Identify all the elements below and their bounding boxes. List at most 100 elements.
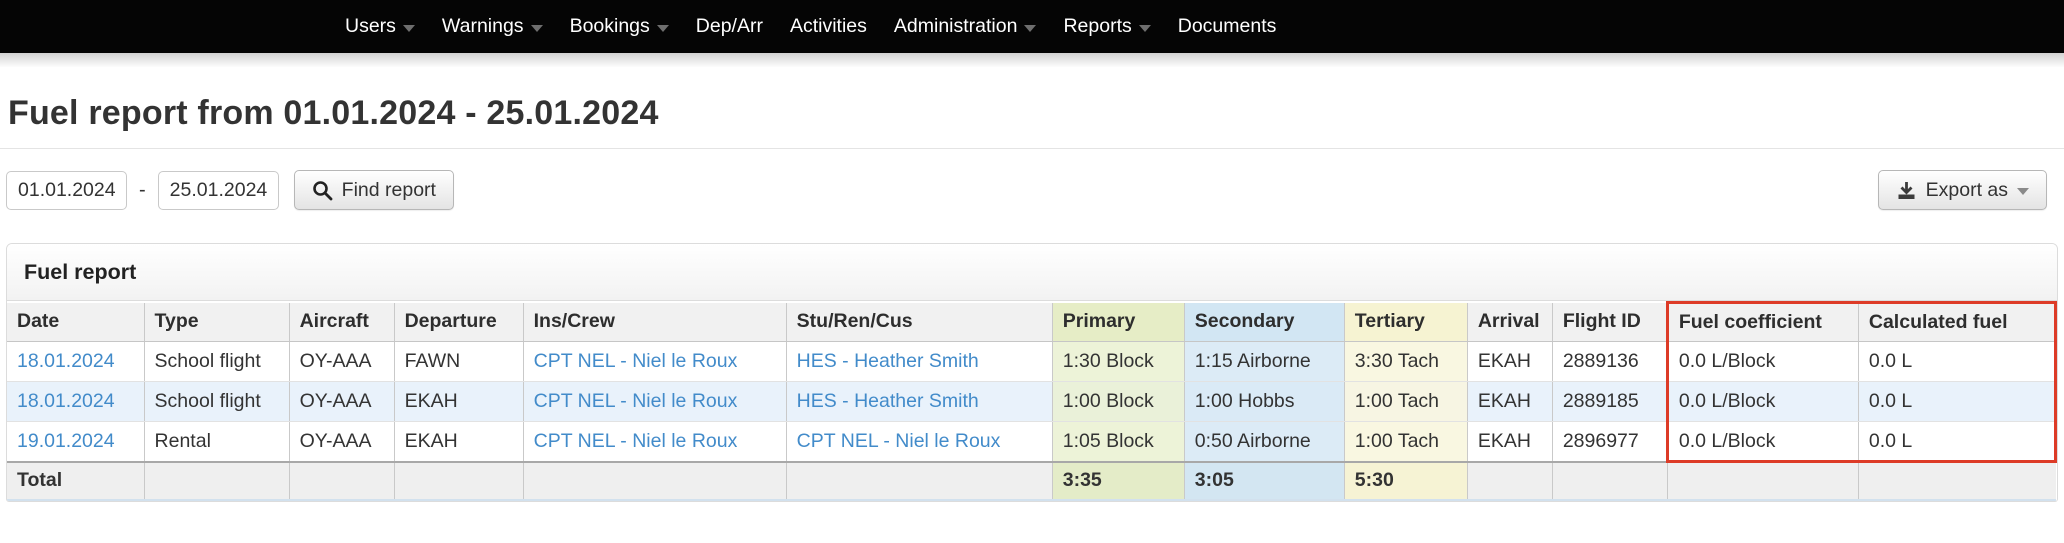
table-row: 19.01.2024 Rental OY-AAA EKAH CPT NEL - … — [7, 422, 2056, 462]
nav-item-label: Users — [345, 17, 396, 37]
date-range-separator: - — [139, 179, 146, 202]
header-row: Date Type Aircraft Departure Ins/Crew St… — [7, 303, 2056, 342]
cell-calculated-fuel: 0.0 L — [1858, 342, 2055, 382]
column-header-departure: Departure — [394, 303, 523, 342]
column-header-ins-crew: Ins/Crew — [523, 303, 786, 342]
column-header-secondary: Secondary — [1184, 303, 1344, 342]
find-report-button[interactable]: Find report — [294, 170, 454, 210]
cell-type: School flight — [144, 382, 289, 422]
cell-flight-id: 2896977 — [1552, 422, 1667, 462]
column-header-aircraft: Aircraft — [289, 303, 394, 342]
column-header-fuel-coefficient: Fuel coefficient — [1667, 303, 1858, 342]
page-title: Fuel report from 01.01.2024 - 25.01.2024 — [8, 94, 2058, 133]
fuel-report-table: Date Type Aircraft Departure Ins/Crew St… — [7, 301, 2057, 501]
nav-item-documents[interactable]: Documents — [1178, 17, 1277, 37]
cell-primary: 1:05 Block — [1052, 422, 1184, 462]
nav-item-label: Documents — [1178, 17, 1277, 37]
nav-item-bookings[interactable]: Bookings — [570, 17, 669, 37]
stu-ren-cus-link[interactable]: HES - Heather Smith — [797, 350, 979, 372]
table-row: 18.01.2024 School flight OY-AAA EKAH CPT… — [7, 382, 2056, 422]
nav-item-users[interactable]: Users — [345, 17, 415, 37]
cell-stu-ren-cus: HES - Heather Smith — [786, 382, 1052, 422]
cell-tertiary: 1:00 Tach — [1344, 382, 1467, 422]
table-row: 18.01.2024 School flight OY-AAA FAWN CPT… — [7, 342, 2056, 382]
ins-crew-link[interactable]: CPT NEL - Niel le Roux — [534, 430, 738, 452]
cell-flight-id: 2889185 — [1552, 382, 1667, 422]
column-header-arrival: Arrival — [1467, 303, 1552, 342]
cell-fuel-coefficient: 0.0 L/Block — [1667, 382, 1858, 422]
column-header-flight-id: Flight ID — [1552, 303, 1667, 342]
cell-departure: FAWN — [394, 342, 523, 382]
cell-primary: 1:00 Block — [1052, 382, 1184, 422]
nav-item-activities[interactable]: Activities — [790, 17, 867, 37]
column-header-type: Type — [144, 303, 289, 342]
panel-title: Fuel report — [7, 244, 2057, 301]
cell-fuel-coefficient: 0.0 L/Block — [1667, 422, 1858, 462]
cell-ins-crew: CPT NEL - Niel le Roux — [523, 342, 786, 382]
cell-primary: 1:30 Block — [1052, 342, 1184, 382]
date-link[interactable]: 18.01.2024 — [17, 390, 115, 412]
caret-down-icon — [531, 25, 543, 32]
date-link[interactable]: 19.01.2024 — [17, 430, 115, 452]
cell-aircraft: OY-AAA — [289, 382, 394, 422]
export-as-button[interactable]: Export as — [1878, 170, 2047, 210]
total-label: Total — [7, 462, 144, 500]
nav-item-label: Warnings — [442, 17, 524, 37]
top-navbar: Users Warnings Bookings Dep/Arr Activiti… — [0, 0, 2064, 53]
cell-date: 19.01.2024 — [7, 422, 144, 462]
cell-date: 18.01.2024 — [7, 342, 144, 382]
cell-stu-ren-cus: HES - Heather Smith — [786, 342, 1052, 382]
cell-fuel-coefficient: 0.0 L/Block — [1667, 342, 1858, 382]
search-icon — [312, 180, 333, 201]
cell-tertiary: 1:00 Tach — [1344, 422, 1467, 462]
nav-item-label: Bookings — [570, 17, 650, 37]
page-divider — [0, 148, 2064, 149]
cell-aircraft: OY-AAA — [289, 342, 394, 382]
find-report-label: Find report — [342, 179, 436, 202]
nav-item-reports[interactable]: Reports — [1063, 17, 1150, 37]
column-header-primary: Primary — [1052, 303, 1184, 342]
nav-item-dep-arr[interactable]: Dep/Arr — [696, 17, 763, 37]
caret-down-icon — [403, 25, 415, 32]
date-from-input[interactable] — [6, 171, 127, 210]
caret-down-icon — [1139, 25, 1151, 32]
nav-item-label: Dep/Arr — [696, 17, 763, 37]
caret-down-icon — [2017, 188, 2029, 195]
cell-flight-id: 2889136 — [1552, 342, 1667, 382]
stu-ren-cus-link[interactable]: CPT NEL - Niel le Roux — [797, 430, 1001, 452]
cell-secondary: 1:00 Hobbs — [1184, 382, 1344, 422]
nav-item-warnings[interactable]: Warnings — [442, 17, 543, 37]
cell-arrival: EKAH — [1467, 422, 1552, 462]
ins-crew-link[interactable]: CPT NEL - Niel le Roux — [534, 350, 738, 372]
cell-secondary: 1:15 Airborne — [1184, 342, 1344, 382]
stu-ren-cus-link[interactable]: HES - Heather Smith — [797, 390, 979, 412]
date-link[interactable]: 18.01.2024 — [17, 350, 115, 372]
nav-item-administration[interactable]: Administration — [894, 17, 1037, 37]
total-secondary: 3:05 — [1184, 462, 1344, 500]
total-primary: 3:35 — [1052, 462, 1184, 500]
ins-crew-link[interactable]: CPT NEL - Niel le Roux — [534, 390, 738, 412]
column-header-stu-ren-cus: Stu/Ren/Cus — [786, 303, 1052, 342]
fuel-report-panel: Fuel report Date Type Aircraft Departure… — [6, 243, 2058, 502]
cell-arrival: EKAH — [1467, 382, 1552, 422]
cell-ins-crew: CPT NEL - Niel le Roux — [523, 422, 786, 462]
cell-departure: EKAH — [394, 422, 523, 462]
total-tertiary: 5:30 — [1344, 462, 1467, 500]
date-to-input[interactable] — [158, 171, 279, 210]
column-header-calculated-fuel: Calculated fuel — [1858, 303, 2055, 342]
cell-stu-ren-cus: CPT NEL - Niel le Roux — [786, 422, 1052, 462]
column-header-date: Date — [7, 303, 144, 342]
column-header-tertiary: Tertiary — [1344, 303, 1467, 342]
cell-type: School flight — [144, 342, 289, 382]
cell-arrival: EKAH — [1467, 342, 1552, 382]
nav-item-label: Administration — [894, 17, 1018, 37]
caret-down-icon — [1024, 25, 1036, 32]
navbar-shadow — [0, 53, 2064, 67]
caret-down-icon — [657, 25, 669, 32]
download-icon — [1896, 180, 1917, 201]
filter-row: - Find report Export as — [6, 170, 2058, 210]
cell-departure: EKAH — [394, 382, 523, 422]
total-row: Total 3:35 3:05 5:30 — [7, 462, 2056, 500]
cell-secondary: 0:50 Airborne — [1184, 422, 1344, 462]
export-as-label: Export as — [1926, 179, 2008, 202]
